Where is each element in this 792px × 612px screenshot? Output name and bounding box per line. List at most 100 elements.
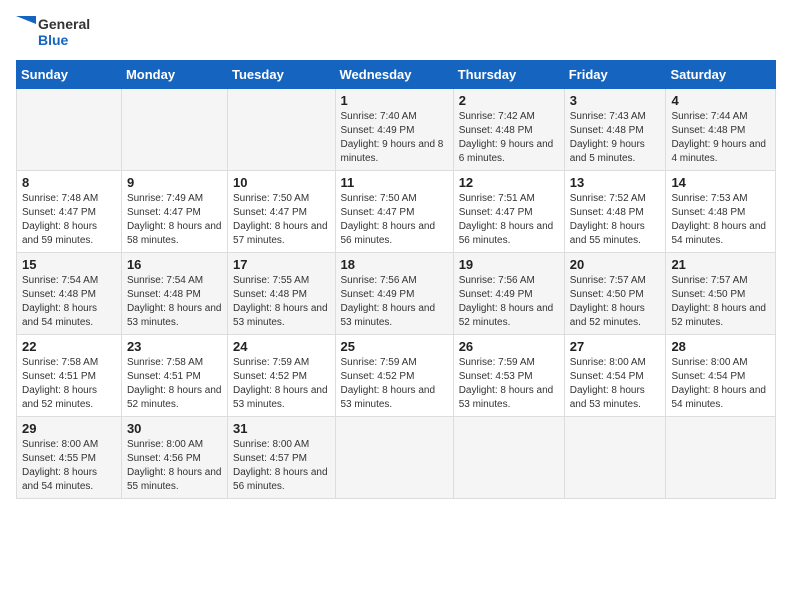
day-cell: 11 Sunrise: 7:50 AMSunset: 4:47 PMDayligh… xyxy=(335,171,453,253)
day-cell: 4Sunrise: 7:44 AMSunset: 4:48 PMDaylight… xyxy=(666,89,776,171)
day-number: 24 xyxy=(233,339,329,354)
day-cell: 24 Sunrise: 7:59 AMSunset: 4:52 PMDayligh… xyxy=(228,335,335,417)
day-number: 1 xyxy=(341,93,448,108)
day-info: Sunrise: 7:50 AMSunset: 4:47 PMDaylight:… xyxy=(233,192,329,248)
day-info: Sunrise: 7:54 AMSunset: 4:48 PMDaylight:… xyxy=(127,274,222,330)
week-row-2: 8 Sunrise: 7:48 AMSunset: 4:47 PMDaylight… xyxy=(17,171,776,253)
day-info: Sunrise: 8:00 AMSunset: 4:54 PMDaylight:… xyxy=(671,356,770,412)
day-number: 23 xyxy=(127,339,222,354)
day-info: Sunrise: 7:51 AMSunset: 4:47 PMDaylight:… xyxy=(459,192,559,248)
day-number: 29 xyxy=(22,421,116,436)
day-cell: 30 Sunrise: 8:00 AMSunset: 4:56 PMDayligh… xyxy=(121,417,227,499)
week-row-5: 29 Sunrise: 8:00 AMSunset: 4:55 PMDayligh… xyxy=(17,417,776,499)
day-info: Sunrise: 7:57 AMSunset: 4:50 PMDaylight:… xyxy=(570,274,661,330)
day-cell: 17Sunrise: 7:55 AMSunset: 4:48 PMDayligh… xyxy=(228,253,335,335)
day-info: Sunrise: 8:00 AMSunset: 4:57 PMDaylight:… xyxy=(233,438,329,494)
day-number: 17 xyxy=(233,257,329,272)
day-number: 21 xyxy=(671,257,770,272)
day-cell: 15 Sunrise: 7:54 AMSunset: 4:48 PMDayligh… xyxy=(17,253,122,335)
day-info: Sunrise: 7:56 AMSunset: 4:49 PMDaylight:… xyxy=(459,274,559,330)
day-info: Sunrise: 7:54 AMSunset: 4:48 PMDaylight:… xyxy=(22,274,116,330)
day-info: Sunrise: 7:58 AMSunset: 4:51 PMDaylight:… xyxy=(127,356,222,412)
day-number: 4 xyxy=(671,93,770,108)
day-number: 30 xyxy=(127,421,222,436)
day-cell: 25 Sunrise: 7:59 AMSunset: 4:52 PMDayligh… xyxy=(335,335,453,417)
logo: General Blue xyxy=(16,16,90,48)
logo-bird-icon xyxy=(16,16,36,48)
day-info: Sunrise: 7:58 AMSunset: 4:51 PMDaylight:… xyxy=(22,356,116,412)
day-cell xyxy=(121,89,227,171)
day-cell: 2 Sunrise: 7:42 AMSunset: 4:48 PMDaylight… xyxy=(453,89,564,171)
day-number: 11 xyxy=(341,175,448,190)
day-info: Sunrise: 8:00 AMSunset: 4:55 PMDaylight:… xyxy=(22,438,116,494)
day-cell: 27 Sunrise: 8:00 AMSunset: 4:54 PMDayligh… xyxy=(564,335,666,417)
week-row-4: 22 Sunrise: 7:58 AMSunset: 4:51 PMDayligh… xyxy=(17,335,776,417)
day-cell xyxy=(228,89,335,171)
day-cell: 10Sunrise: 7:50 AMSunset: 4:47 PMDayligh… xyxy=(228,171,335,253)
day-info: Sunrise: 7:56 AMSunset: 4:49 PMDaylight:… xyxy=(341,274,448,330)
day-number: 27 xyxy=(570,339,661,354)
day-info: Sunrise: 7:42 AMSunset: 4:48 PMDaylight:… xyxy=(459,110,559,166)
day-number: 19 xyxy=(459,257,559,272)
day-cell: 3Sunrise: 7:43 AMSunset: 4:48 PMDaylight… xyxy=(564,89,666,171)
day-cell: 12 Sunrise: 7:51 AMSunset: 4:47 PMDayligh… xyxy=(453,171,564,253)
day-info: Sunrise: 7:49 AMSunset: 4:47 PMDaylight:… xyxy=(127,192,222,248)
week-row-3: 15 Sunrise: 7:54 AMSunset: 4:48 PMDayligh… xyxy=(17,253,776,335)
day-cell xyxy=(453,417,564,499)
day-number: 13 xyxy=(570,175,661,190)
day-info: Sunrise: 8:00 AMSunset: 4:54 PMDaylight:… xyxy=(570,356,661,412)
day-cell: 18 Sunrise: 7:56 AMSunset: 4:49 PMDayligh… xyxy=(335,253,453,335)
col-header-tuesday: Tuesday xyxy=(228,61,335,89)
day-number: 8 xyxy=(22,175,116,190)
day-number: 12 xyxy=(459,175,559,190)
day-number: 28 xyxy=(671,339,770,354)
logo-blue-text: Blue xyxy=(38,32,90,48)
day-info: Sunrise: 8:00 AMSunset: 4:56 PMDaylight:… xyxy=(127,438,222,494)
day-number: 20 xyxy=(570,257,661,272)
day-number: 25 xyxy=(341,339,448,354)
day-cell: 8 Sunrise: 7:48 AMSunset: 4:47 PMDaylight… xyxy=(17,171,122,253)
day-cell: 16Sunrise: 7:54 AMSunset: 4:48 PMDayligh… xyxy=(121,253,227,335)
day-info: Sunrise: 7:53 AMSunset: 4:48 PMDaylight:… xyxy=(671,192,770,248)
day-info: Sunrise: 7:59 AMSunset: 4:52 PMDaylight:… xyxy=(341,356,448,412)
day-cell: 21 Sunrise: 7:57 AMSunset: 4:50 PMDayligh… xyxy=(666,253,776,335)
day-cell: 22 Sunrise: 7:58 AMSunset: 4:51 PMDayligh… xyxy=(17,335,122,417)
logo-general-text: General xyxy=(38,16,90,32)
day-info: Sunrise: 7:50 AMSunset: 4:47 PMDaylight:… xyxy=(341,192,448,248)
col-header-friday: Friday xyxy=(564,61,666,89)
day-cell xyxy=(17,89,122,171)
day-info: Sunrise: 7:40 AMSunset: 4:49 PMDaylight:… xyxy=(341,110,448,166)
day-cell: 20 Sunrise: 7:57 AMSunset: 4:50 PMDayligh… xyxy=(564,253,666,335)
day-info: Sunrise: 7:59 AMSunset: 4:53 PMDaylight:… xyxy=(459,356,559,412)
col-header-thursday: Thursday xyxy=(453,61,564,89)
logo-container: General Blue xyxy=(16,16,90,48)
header: General Blue xyxy=(16,16,776,48)
col-header-wednesday: Wednesday xyxy=(335,61,453,89)
day-info: Sunrise: 7:48 AMSunset: 4:47 PMDaylight:… xyxy=(22,192,116,248)
day-cell: 9 Sunrise: 7:49 AMSunset: 4:47 PMDaylight… xyxy=(121,171,227,253)
day-number: 2 xyxy=(459,93,559,108)
day-cell xyxy=(666,417,776,499)
week-row-1: 1 Sunrise: 7:40 AMSunset: 4:49 PMDaylight… xyxy=(17,89,776,171)
day-number: 9 xyxy=(127,175,222,190)
day-number: 3 xyxy=(570,93,661,108)
day-cell: 19 Sunrise: 7:56 AMSunset: 4:49 PMDayligh… xyxy=(453,253,564,335)
day-cell: 31 Sunrise: 8:00 AMSunset: 4:57 PMDayligh… xyxy=(228,417,335,499)
day-number: 31 xyxy=(233,421,329,436)
day-number: 14 xyxy=(671,175,770,190)
day-cell: 14 Sunrise: 7:53 AMSunset: 4:48 PMDayligh… xyxy=(666,171,776,253)
day-info: Sunrise: 7:57 AMSunset: 4:50 PMDaylight:… xyxy=(671,274,770,330)
day-cell xyxy=(335,417,453,499)
day-cell: 13Sunrise: 7:52 AMSunset: 4:48 PMDayligh… xyxy=(564,171,666,253)
day-info: Sunrise: 7:59 AMSunset: 4:52 PMDaylight:… xyxy=(233,356,329,412)
day-cell: 23 Sunrise: 7:58 AMSunset: 4:51 PMDayligh… xyxy=(121,335,227,417)
header-row: SundayMondayTuesdayWednesdayThursdayFrid… xyxy=(17,61,776,89)
day-number: 15 xyxy=(22,257,116,272)
day-cell: 1 Sunrise: 7:40 AMSunset: 4:49 PMDaylight… xyxy=(335,89,453,171)
col-header-saturday: Saturday xyxy=(666,61,776,89)
calendar-table: SundayMondayTuesdayWednesdayThursdayFrid… xyxy=(16,60,776,499)
day-cell xyxy=(564,417,666,499)
day-number: 22 xyxy=(22,339,116,354)
day-number: 18 xyxy=(341,257,448,272)
day-cell: 29 Sunrise: 8:00 AMSunset: 4:55 PMDayligh… xyxy=(17,417,122,499)
